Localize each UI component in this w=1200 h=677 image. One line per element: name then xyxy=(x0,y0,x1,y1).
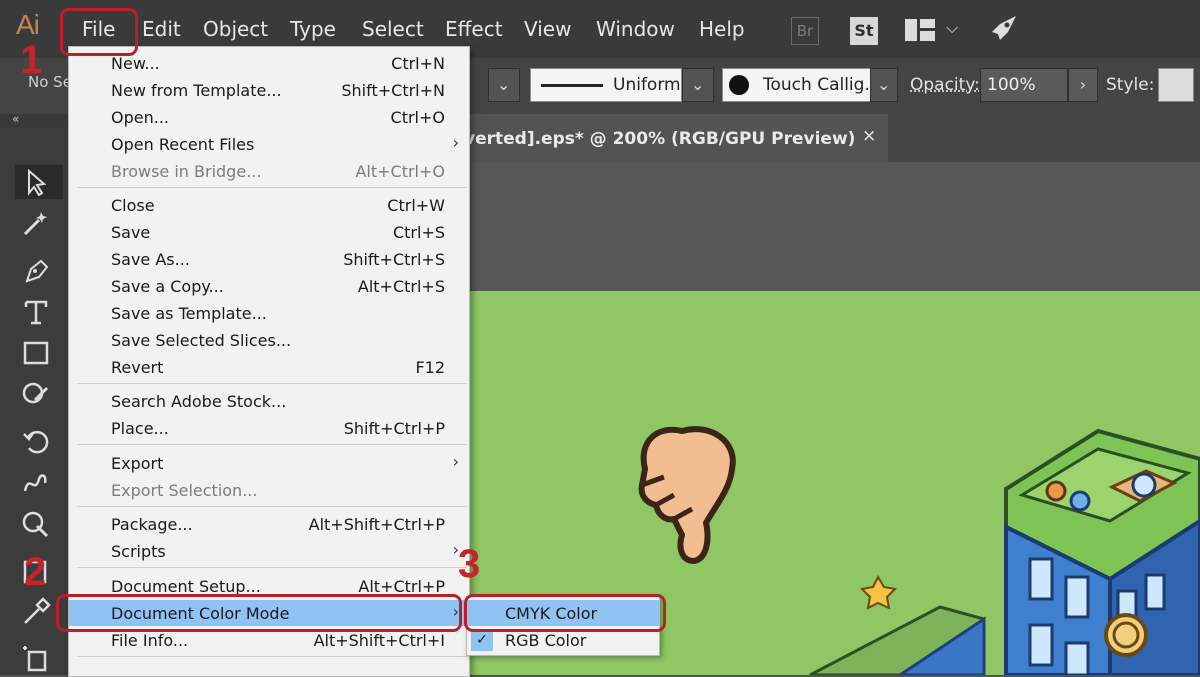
graphic-style-swatch[interactable] xyxy=(1158,68,1194,102)
menu-item-save-selected-slices[interactable]: Save Selected Slices... xyxy=(69,327,469,353)
menu-edit[interactable]: Edit xyxy=(142,17,181,41)
pencil-tool[interactable] xyxy=(15,377,74,411)
step-number-1: 1 xyxy=(20,38,43,82)
menu-item-new-from-template[interactable]: New from Template... Shift+Ctrl+N xyxy=(69,77,469,103)
workspace-layout-icon[interactable] xyxy=(905,19,935,41)
rotate-tool[interactable] xyxy=(15,425,74,459)
pen-tool-icon xyxy=(25,259,49,283)
stroke-preview xyxy=(541,84,603,87)
menu-separator xyxy=(77,506,467,507)
eyedropper-icon xyxy=(24,597,51,624)
brush-definition[interactable]: Touch Callig... xyxy=(722,68,881,102)
menu-item-save-as[interactable]: Save As... Shift+Ctrl+S xyxy=(69,246,469,272)
callout-file-menu xyxy=(60,8,138,56)
menu-item-save-a-copy[interactable]: Save a Copy... Alt+Ctrl+S xyxy=(69,273,469,299)
brush-label: Touch Callig... xyxy=(763,75,881,95)
opacity-arrow-button[interactable]: › xyxy=(1068,68,1098,102)
menu-item-open-recent[interactable]: Open Recent Files › xyxy=(69,131,469,157)
star-icon xyxy=(859,574,898,610)
artboard-tool-icon xyxy=(23,646,47,672)
chevron-down-icon[interactable]: ⌵ xyxy=(946,18,958,38)
rectangle-tool-icon xyxy=(23,341,49,365)
style-label: Style: xyxy=(1106,75,1155,95)
selection-tool[interactable] xyxy=(15,165,63,199)
variable-width-profile[interactable]: Uniform xyxy=(530,68,682,102)
magic-wand-icon xyxy=(23,212,47,236)
chevron-down-icon: ⌄ xyxy=(497,75,511,94)
menu-separator xyxy=(77,187,467,188)
menu-type[interactable]: Type xyxy=(290,17,336,41)
menu-effect[interactable]: Effect xyxy=(445,17,503,41)
callout-cmyk-color xyxy=(464,594,666,632)
menu-item-revert[interactable]: Revert F12 xyxy=(69,354,469,380)
free-transform-tool[interactable] xyxy=(15,507,74,541)
rocket-icon[interactable] xyxy=(988,14,1018,44)
building-illustration xyxy=(1004,428,1200,675)
menu-object[interactable]: Object xyxy=(203,17,268,41)
checkmark-icon: ✓ xyxy=(471,629,493,651)
menu-select[interactable]: Select xyxy=(362,17,424,41)
menu-item-browse-in-bridge[interactable]: Browse in Bridge... Alt+Ctrl+O xyxy=(69,158,469,184)
chevron-down-icon: ⌄ xyxy=(877,75,891,94)
brush-preview-icon xyxy=(729,75,749,95)
menu-view[interactable]: View xyxy=(524,17,571,41)
free-transform-icon xyxy=(22,511,49,538)
stroke-weight-dropdown[interactable]: ⌄ xyxy=(488,68,520,102)
menu-item-scripts[interactable]: Scripts › xyxy=(69,538,469,564)
menu-separator xyxy=(77,383,467,384)
opacity-value: 100% xyxy=(987,75,1036,95)
selection-tool-icon xyxy=(28,168,47,196)
stock-button[interactable]: St xyxy=(850,17,878,45)
pen-tool[interactable] xyxy=(15,254,74,288)
menu-separator xyxy=(77,567,467,568)
menu-item-open[interactable]: Open... Ctrl+O xyxy=(69,104,469,130)
menu-separator xyxy=(77,656,467,657)
type-tool-icon xyxy=(24,300,48,325)
stroke-profile-label: Uniform xyxy=(613,75,681,95)
menu-item-place[interactable]: Place... Shift+Ctrl+P xyxy=(69,415,469,441)
type-tool[interactable] xyxy=(15,295,74,329)
opacity-label[interactable]: Opacity: xyxy=(910,75,980,95)
close-icon[interactable]: × xyxy=(862,126,876,146)
step-number-3: 3 xyxy=(458,542,481,586)
magic-wand-tool[interactable] xyxy=(15,206,63,240)
callout-document-color-mode xyxy=(56,594,462,632)
app-logo: Ai xyxy=(16,9,40,40)
file-menu-dropdown: New... Ctrl+N New from Template... Shift+C… xyxy=(68,46,470,677)
collapse-toolbar-icon[interactable]: « xyxy=(12,112,19,126)
warp-tool[interactable] xyxy=(15,466,74,500)
menu-item-close[interactable]: Close Ctrl+W xyxy=(69,192,469,218)
menu-item-export-selection[interactable]: Export Selection... xyxy=(69,477,469,503)
menu-item-save[interactable]: Save Ctrl+S xyxy=(69,219,469,245)
menu-item-package[interactable]: Package... Alt+Shift+Ctrl+P xyxy=(69,511,469,537)
brush-dropdown[interactable]: ⌄ xyxy=(870,68,898,102)
warp-tool-icon xyxy=(23,474,47,492)
submenu-arrow-icon: › xyxy=(452,133,459,152)
bridge-button[interactable]: Br xyxy=(791,17,819,45)
rotate-tool-icon xyxy=(23,430,49,454)
menu-separator xyxy=(77,444,467,445)
pencil-tool-icon xyxy=(22,382,49,404)
document-tab-title: verted].eps* @ 200% (RGB/GPU Preview) xyxy=(464,129,856,149)
submenu-arrow-icon: › xyxy=(452,452,459,471)
menu-window[interactable]: Window xyxy=(596,17,675,41)
chevron-down-icon: ⌄ xyxy=(691,75,705,94)
menu-item-save-as-template[interactable]: Save as Template... xyxy=(69,300,469,326)
pointing-hand-icon xyxy=(638,426,736,564)
menu-help[interactable]: Help xyxy=(699,17,745,41)
opacity-field[interactable]: 100% xyxy=(980,68,1068,102)
stroke-profile-dropdown[interactable]: ⌄ xyxy=(682,68,714,102)
menu-item-search-adobe-stock[interactable]: Search Adobe Stock... xyxy=(69,388,469,414)
rectangle-tool[interactable] xyxy=(15,336,74,370)
menu-item-export[interactable]: Export › xyxy=(69,450,469,476)
step-number-2: 2 xyxy=(24,550,47,594)
artboard-tool[interactable] xyxy=(15,641,63,675)
